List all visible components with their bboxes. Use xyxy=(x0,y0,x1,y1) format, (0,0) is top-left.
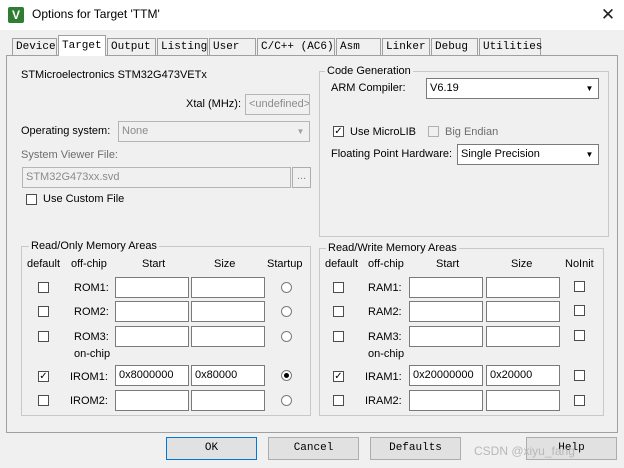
rom2-default-checkbox[interactable] xyxy=(38,306,49,317)
rom2-start-input[interactable] xyxy=(115,301,189,322)
rom2-size-input[interactable] xyxy=(191,301,265,322)
defaults-button[interactable]: Defaults xyxy=(370,437,461,460)
csdn-watermark: CSDN @xiyu_fang xyxy=(474,444,575,458)
device-name: STMicroelectronics STM32G473VETx xyxy=(21,69,207,81)
ram2-noinit-checkbox[interactable] xyxy=(574,305,585,316)
rom2-startup-radio[interactable] xyxy=(281,306,292,317)
ram1-noinit-checkbox[interactable] xyxy=(574,281,585,292)
ro-header-size: Size xyxy=(214,258,236,270)
rw-header-start: Start xyxy=(436,258,460,270)
big-endian-checkbox[interactable] xyxy=(428,126,439,137)
rom1-size-input[interactable] xyxy=(191,277,265,298)
use-microlib-label: Use MicroLIB xyxy=(350,126,417,138)
ram3-noinit-checkbox[interactable] xyxy=(574,330,585,341)
rw-memory-title: Read/Write Memory Areas xyxy=(326,242,459,254)
xtal-label: Xtal (MHz): xyxy=(186,98,241,110)
xtal-input[interactable]: <undefined> xyxy=(245,94,310,115)
big-endian-label: Big Endian xyxy=(445,126,499,138)
irom1-label: IROM1: xyxy=(70,371,108,383)
ro-header-default: default xyxy=(27,258,61,270)
irom1-size-input[interactable]: 0x80000 xyxy=(191,365,265,386)
ram2-start-input[interactable] xyxy=(409,301,483,322)
arm-compiler-label: ARM Compiler: xyxy=(331,82,406,94)
irom1-startup-radio[interactable] xyxy=(281,370,292,381)
irom1-default-checkbox[interactable]: ✓ xyxy=(38,371,49,382)
ram3-size-input[interactable] xyxy=(486,326,560,347)
irom2-startup-radio[interactable] xyxy=(281,395,292,406)
use-custom-file-checkbox[interactable] xyxy=(26,194,37,205)
fp-hardware-select[interactable]: Single Precision ▼ xyxy=(457,144,599,165)
rw-header-default: default xyxy=(325,258,359,270)
ram1-size-input[interactable] xyxy=(486,277,560,298)
iram1-size-input[interactable]: 0x20000 xyxy=(486,365,560,386)
rw-header-noinit: NoInit xyxy=(565,258,594,270)
ro-onchip-label: on-chip xyxy=(74,348,111,360)
os-label: Operating system: xyxy=(21,125,111,137)
os-value: None xyxy=(122,125,149,137)
ro-header-start: Start xyxy=(142,258,166,270)
rom1-start-input[interactable] xyxy=(115,277,189,298)
rom3-default-checkbox[interactable] xyxy=(38,331,49,342)
ro-memory-title: Read/Only Memory Areas xyxy=(29,240,159,252)
chevron-down-icon: ▼ xyxy=(296,127,305,136)
ram2-default-checkbox[interactable] xyxy=(333,306,344,317)
irom2-label: IROM2: xyxy=(70,395,108,407)
ram1-label: RAM1: xyxy=(368,282,402,294)
ram3-default-checkbox[interactable] xyxy=(333,331,344,342)
rom3-size-input[interactable] xyxy=(191,326,265,347)
ram2-label: RAM2: xyxy=(368,306,402,318)
iram2-start-input[interactable] xyxy=(409,390,483,411)
code-generation-title: Code Generation xyxy=(325,65,413,77)
fp-hardware-label: Floating Point Hardware: xyxy=(331,148,453,160)
ram2-size-input[interactable] xyxy=(486,301,560,322)
iram2-default-checkbox[interactable] xyxy=(333,395,344,406)
iram2-noinit-checkbox[interactable] xyxy=(574,395,585,406)
ram1-default-checkbox[interactable] xyxy=(333,282,344,293)
iram1-noinit-checkbox[interactable] xyxy=(574,370,585,381)
iram2-size-input[interactable] xyxy=(486,390,560,411)
use-microlib-checkbox[interactable]: ✓ xyxy=(333,126,344,137)
chevron-down-icon: ▼ xyxy=(585,84,594,93)
chevron-down-icon: ▼ xyxy=(585,150,594,159)
irom2-default-checkbox[interactable] xyxy=(38,395,49,406)
iram2-label: IRAM2: xyxy=(365,395,402,407)
rom1-default-checkbox[interactable] xyxy=(38,282,49,293)
cancel-button[interactable]: Cancel xyxy=(268,437,359,460)
fp-hardware-value: Single Precision xyxy=(461,148,540,160)
svd-browse-button[interactable]: ... xyxy=(292,167,311,188)
iram1-label: IRAM1: xyxy=(365,371,402,383)
rom2-label: ROM2: xyxy=(74,306,109,318)
rom1-label: ROM1: xyxy=(74,282,109,294)
os-select[interactable]: None ▼ xyxy=(118,121,310,142)
ok-button[interactable]: OK xyxy=(166,437,257,460)
ro-header-startup: Startup xyxy=(267,258,303,270)
irom2-start-input[interactable] xyxy=(115,390,189,411)
ram3-start-input[interactable] xyxy=(409,326,483,347)
arm-compiler-value: V6.19 xyxy=(430,82,459,94)
rom1-startup-radio[interactable] xyxy=(281,282,292,293)
ro-header-offchip: off-chip xyxy=(71,258,107,270)
arm-compiler-select[interactable]: V6.19 ▼ xyxy=(426,78,599,99)
irom2-size-input[interactable] xyxy=(191,390,265,411)
rom3-startup-radio[interactable] xyxy=(281,331,292,342)
rom3-start-input[interactable] xyxy=(115,326,189,347)
svd-input[interactable]: STM32G473xx.svd xyxy=(22,167,291,188)
use-custom-file-label: Use Custom File xyxy=(43,193,125,205)
ram1-start-input[interactable] xyxy=(409,277,483,298)
rom3-label: ROM3: xyxy=(74,331,109,343)
rw-header-offchip: off-chip xyxy=(368,258,404,270)
svd-label: System Viewer File: xyxy=(21,149,118,161)
iram1-start-input[interactable]: 0x20000000 xyxy=(409,365,483,386)
rw-header-size: Size xyxy=(511,258,533,270)
rw-onchip-label: on-chip xyxy=(368,348,405,360)
irom1-start-input[interactable]: 0x8000000 xyxy=(115,365,189,386)
iram1-default-checkbox[interactable]: ✓ xyxy=(333,371,344,382)
ram3-label: RAM3: xyxy=(368,331,402,343)
